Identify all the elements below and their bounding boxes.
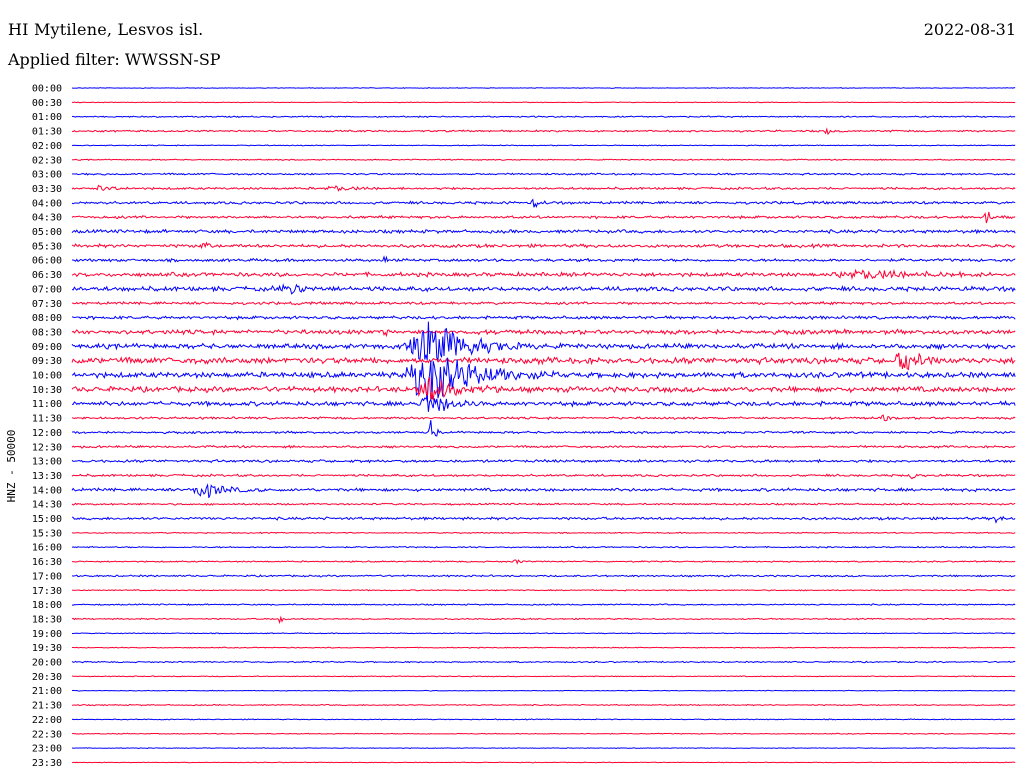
trace-2030 xyxy=(71,675,1016,678)
row-tick-label: 23:30 xyxy=(32,758,62,769)
trace-1930 xyxy=(71,646,1016,649)
row-tick-label: 04:00 xyxy=(32,198,62,209)
trace-0130 xyxy=(71,127,1016,136)
row-tick-label: 12:00 xyxy=(32,428,62,439)
trace-0430 xyxy=(71,211,1016,224)
row-tick-label: 22:30 xyxy=(32,729,62,740)
trace-0530 xyxy=(71,241,1016,250)
trace-0230 xyxy=(71,158,1016,161)
trace-2300 xyxy=(71,747,1016,750)
row-tick-label: 18:30 xyxy=(32,614,62,625)
trace-1330 xyxy=(71,473,1016,480)
trace-0100 xyxy=(71,115,1016,119)
row-tick-label: 06:00 xyxy=(32,256,62,267)
row-tick-label: 09:30 xyxy=(32,356,62,367)
trace-1030 xyxy=(71,377,1016,401)
trace-1830 xyxy=(71,615,1016,625)
seismogram-chart: 00:00 00:30 01:00 01:30 02:00 02:30 03:00 03:30… xyxy=(5,84,1016,769)
row-tick-label: 07:00 xyxy=(32,284,62,295)
trace-0830 xyxy=(71,327,1016,338)
trace-1700 xyxy=(71,574,1016,578)
trace-0600 xyxy=(72,255,1016,264)
trace-1530 xyxy=(71,531,1016,535)
row-tick-label: 02:30 xyxy=(32,155,62,166)
trace-0930 xyxy=(71,352,1016,371)
row-tick-label: 00:30 xyxy=(32,98,62,109)
row-tick-label: 21:00 xyxy=(32,686,62,697)
trace-0300 xyxy=(71,172,1016,176)
trace-0030 xyxy=(71,101,1016,104)
row-tick-label: 11:30 xyxy=(32,414,62,425)
row-tick-label: 14:30 xyxy=(32,500,62,511)
trace-1630 xyxy=(71,559,1016,565)
row-tick-label: 11:00 xyxy=(32,399,62,410)
trace-1130 xyxy=(71,414,1016,422)
trace-1730 xyxy=(71,589,1016,592)
trace-2000 xyxy=(71,660,1016,664)
row-tick-label: 12:30 xyxy=(32,442,62,453)
row-tick-label: 23:00 xyxy=(32,744,62,755)
row-tick-label: 01:30 xyxy=(32,127,62,138)
row-tick-label: 14:00 xyxy=(32,485,62,496)
row-tick-label: 05:00 xyxy=(32,227,62,238)
trace-2100 xyxy=(71,689,1016,692)
row-tick-label: 16:00 xyxy=(32,543,62,554)
row-tick-label: 21:30 xyxy=(32,701,62,712)
trace-1600 xyxy=(71,545,1016,549)
trace-0400 xyxy=(71,198,1016,209)
y-axis-label: HNZ - 50000 xyxy=(5,430,18,503)
row-tick-label: 00:00 xyxy=(32,84,62,95)
row-tick-label: 13:00 xyxy=(32,457,62,468)
trace-0630 xyxy=(71,268,1016,280)
row-tick-label: 04:30 xyxy=(32,213,62,224)
trace-1230 xyxy=(71,444,1016,449)
trace-1430 xyxy=(71,502,1016,506)
trace-1000 xyxy=(71,357,1016,402)
trace-0730 xyxy=(71,300,1016,306)
row-tick-label: 19:30 xyxy=(32,643,62,654)
row-tick-label: 02:00 xyxy=(32,141,62,152)
row-tick-label: 07:30 xyxy=(32,299,62,310)
trace-2130 xyxy=(71,703,1016,707)
trace-1800 xyxy=(71,603,1016,606)
row-tick-label: 19:00 xyxy=(32,629,62,640)
row-tick-label: 09:00 xyxy=(32,342,62,353)
row-tick-label: 10:00 xyxy=(32,371,62,382)
trace-1300 xyxy=(71,458,1016,464)
trace-0700 xyxy=(71,283,1016,295)
trace-1200 xyxy=(71,420,1016,437)
row-tick-label: 22:00 xyxy=(32,715,62,726)
trace-2200 xyxy=(71,718,1016,721)
trace-2330 xyxy=(71,761,1016,764)
row-tick-label: 15:00 xyxy=(32,514,62,525)
trace-1400 xyxy=(71,483,1016,499)
trace-0000 xyxy=(71,87,1016,89)
row-tick-label: 08:30 xyxy=(32,327,62,338)
trace-0330 xyxy=(71,184,1016,192)
row-tick-label: 17:00 xyxy=(32,571,62,582)
trace-1500 xyxy=(71,515,1016,524)
row-tick-label: 06:30 xyxy=(32,270,62,281)
trace-0500 xyxy=(71,228,1016,235)
row-tick-label: 15:30 xyxy=(32,528,62,539)
row-tick-label: 16:30 xyxy=(32,557,62,568)
row-tick-label: 03:00 xyxy=(32,170,62,181)
trace-1900 xyxy=(72,632,1016,635)
row-tick-label: 08:00 xyxy=(32,313,62,324)
row-tick-label: 18:00 xyxy=(32,600,62,611)
trace-1100 xyxy=(71,395,1016,412)
trace-0200 xyxy=(71,144,1016,147)
trace-2230 xyxy=(71,732,1016,735)
trace-0900 xyxy=(71,321,1016,362)
trace-0800 xyxy=(71,314,1016,321)
row-tick-label: 10:30 xyxy=(32,385,62,396)
row-tick-label: 20:00 xyxy=(32,658,62,669)
row-tick-label: 01:00 xyxy=(32,112,62,123)
row-tick-label: 13:30 xyxy=(32,471,62,482)
row-tick-label: 17:30 xyxy=(32,586,62,597)
row-tick-label: 20:30 xyxy=(32,672,62,683)
row-tick-label: 03:30 xyxy=(32,184,62,195)
row-tick-label: 05:30 xyxy=(32,241,62,252)
